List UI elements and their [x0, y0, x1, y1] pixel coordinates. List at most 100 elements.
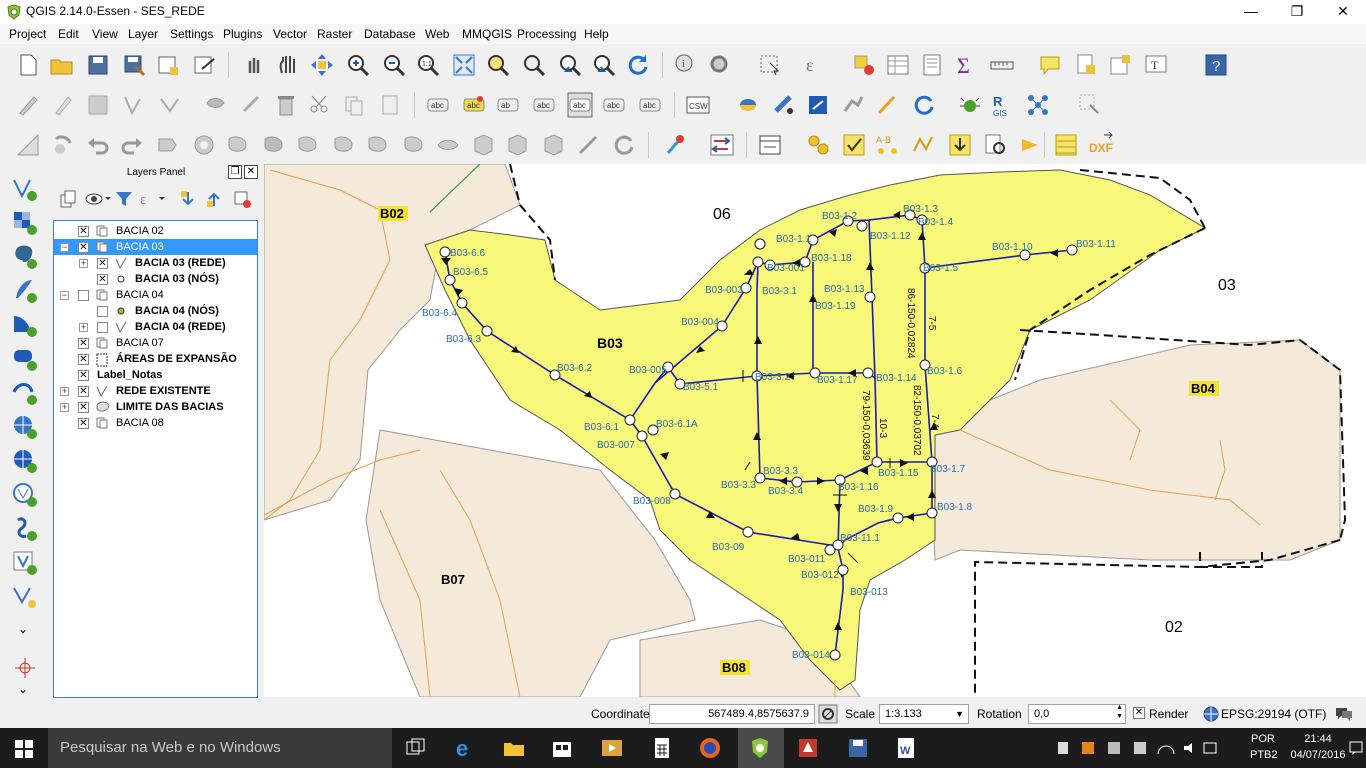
georeferencer-icon[interactable] — [804, 91, 832, 119]
open-project-icon[interactable] — [48, 51, 76, 79]
undo-icon[interactable] — [84, 131, 112, 159]
manage-visibility-icon[interactable] — [84, 189, 112, 209]
collapse-all-icon[interactable] — [204, 189, 224, 209]
delete-selected-icon[interactable] — [272, 91, 300, 119]
plugins-manage-icon[interactable] — [840, 91, 868, 119]
menu-processing[interactable]: Processing — [517, 27, 576, 41]
layer-row[interactable]: − ✕ BACIA 03 — [54, 239, 257, 255]
layer-visibility-checkbox[interactable] — [97, 322, 108, 333]
processing-toolbox-icon[interactable] — [756, 131, 784, 159]
menu-layer[interactable]: Layer — [128, 27, 158, 41]
render-checkbox[interactable]: ✕ — [1133, 707, 1145, 719]
rotate-label-icon[interactable]: abc — [600, 91, 628, 119]
layer-visibility-checkbox[interactable]: ✕ — [78, 370, 89, 381]
digitize-icon[interactable] — [874, 91, 902, 119]
text-annotation-icon[interactable]: T — [1142, 51, 1170, 79]
add-postgis-layer-icon[interactable] — [10, 242, 40, 270]
globe-crs-icon[interactable] — [1203, 706, 1219, 722]
crs-indicator[interactable]: EPSG:29194 (OTF) — [1221, 707, 1326, 721]
pan-map-icon[interactable] — [274, 51, 302, 79]
layer-visibility-checkbox[interactable]: ✕ — [78, 402, 89, 413]
menu-project[interactable]: Project — [9, 27, 46, 41]
help-icon[interactable]: ? — [1202, 51, 1230, 79]
layer-visibility-checkbox[interactable]: ✕ — [78, 386, 89, 397]
layer-visibility-checkbox[interactable]: ✕ — [78, 354, 89, 365]
map-svg[interactable]: B02 B03 B04 B07 B08 06 03 02 B03-1.3 B03… — [264, 164, 1366, 697]
taskbar-search-box[interactable]: Pesquisar na Web e no Windows — [48, 728, 392, 768]
a-b-connection-icon[interactable]: A-B — [874, 131, 902, 159]
zoom-full-icon[interactable] — [450, 51, 478, 79]
merge-attributes-icon[interactable] — [504, 131, 532, 159]
add-vector-layer-icon[interactable] — [10, 174, 40, 202]
layer-row[interactable]: ✕ ÁREAS DE EXPANSÃO — [54, 351, 257, 367]
dxf-export-icon[interactable]: DXF — [1088, 131, 1116, 159]
collapse-icon[interactable]: − — [60, 291, 69, 300]
field-calculator-icon[interactable] — [918, 51, 946, 79]
new-shapefile-icon[interactable] — [10, 548, 40, 576]
expand-icon[interactable]: + — [60, 403, 69, 412]
new-spatialite-layer-icon[interactable] — [10, 582, 40, 610]
toggle-editing-icon[interactable] — [48, 91, 76, 119]
more-tools-chevron-icon-2[interactable]: ⌄ — [18, 682, 28, 696]
layer-row[interactable]: ✕ Label_Notas — [54, 367, 257, 383]
node-tool-icon[interactable] — [202, 91, 230, 119]
coordinate-field[interactable]: 567489.4,8575637.9 — [649, 704, 815, 724]
reshape-features-icon[interactable] — [400, 131, 428, 159]
menu-web[interactable]: Web — [425, 27, 449, 41]
refresh-icon[interactable] — [624, 51, 652, 79]
move-feature-icon[interactable] — [156, 91, 184, 119]
show-bookmarks-icon[interactable] — [1106, 51, 1134, 79]
toggle-extents-icon[interactable] — [818, 704, 838, 724]
rotate-point-symbols-icon[interactable] — [574, 131, 602, 159]
notifications-icon[interactable] — [1348, 740, 1364, 756]
fill-ring-icon[interactable] — [260, 131, 288, 159]
clock-time[interactable]: 21:44 — [1298, 733, 1338, 745]
checklist-icon[interactable] — [840, 131, 868, 159]
layer-row[interactable]: − BACIA 04 — [54, 287, 257, 303]
delete-ring-icon[interactable] — [294, 131, 322, 159]
add-wms-layer-icon[interactable] — [10, 412, 40, 440]
add-mssql-layer-icon[interactable] — [10, 310, 40, 338]
move-label-icon[interactable]: abc — [566, 91, 594, 119]
media-player-icon[interactable] — [600, 736, 624, 760]
menu-help[interactable]: Help — [584, 27, 609, 41]
menu-plugins[interactable]: Plugins — [223, 27, 262, 41]
layer-row[interactable]: ✕ BACIA 08 — [54, 415, 257, 431]
add-oracle-layer-icon[interactable] — [10, 378, 40, 406]
add-raster-layer-icon[interactable] — [10, 208, 40, 236]
add-db2-layer-icon[interactable] — [10, 344, 40, 372]
layer-labeling-icon[interactable]: abc — [424, 91, 452, 119]
layer-row[interactable]: BACIA 04 (NÓS) — [54, 303, 257, 319]
split-features-icon[interactable] — [470, 131, 498, 159]
zoom-out-icon[interactable] — [380, 51, 408, 79]
new-project-icon[interactable] — [14, 51, 42, 79]
minimize-button[interactable]: — — [1228, 0, 1274, 24]
layer-row[interactable]: ✕ BACIA 03 (NÓS) — [54, 271, 257, 287]
zoom-last-icon[interactable] — [556, 51, 584, 79]
cut-features-icon[interactable] — [306, 91, 334, 119]
layer-row[interactable]: + ✕ LIMITE DAS BACIAS — [54, 399, 257, 415]
more-tools-chevron-icon[interactable]: ⌄ — [18, 622, 28, 636]
python-console-icon[interactable] — [734, 91, 762, 119]
layer-row[interactable]: + ✕ REDE EXISTENTE — [54, 383, 257, 399]
layer-row[interactable]: + ✕ BACIA 03 (REDE) — [54, 255, 257, 271]
layer-visibility-checkbox[interactable]: ✕ — [97, 274, 108, 285]
menu-edit[interactable]: Edit — [58, 27, 79, 41]
map-canvas[interactable]: B02 B03 B04 B07 B08 06 03 02 B03-1.3 B03… — [264, 164, 1366, 697]
system-tray-icons[interactable] — [1058, 740, 1218, 756]
layer-visibility-checkbox[interactable]: ✕ — [97, 258, 108, 269]
network-icon[interactable] — [1024, 91, 1052, 119]
redo-arc-icon[interactable] — [610, 131, 638, 159]
layer-visibility-checkbox[interactable] — [78, 290, 89, 301]
zoom-native-icon[interactable]: 1:1 — [414, 51, 442, 79]
rgis-icon[interactable]: RGIS — [990, 91, 1018, 119]
layer-row[interactable]: ✕ BACIA 07 — [54, 335, 257, 351]
file-explorer-icon[interactable] — [502, 736, 526, 760]
deselect-all-icon[interactable] — [850, 51, 878, 79]
pan-to-selection-icon[interactable] — [308, 51, 336, 79]
close-panel-icon[interactable]: ✕ — [244, 165, 258, 179]
layer-row[interactable]: ✕ BACIA 02 — [54, 223, 257, 239]
change-label-icon[interactable]: abc — [636, 91, 664, 119]
expand-icon[interactable]: + — [60, 387, 69, 396]
filter-by-expression-icon[interactable]: ε — [138, 189, 168, 209]
